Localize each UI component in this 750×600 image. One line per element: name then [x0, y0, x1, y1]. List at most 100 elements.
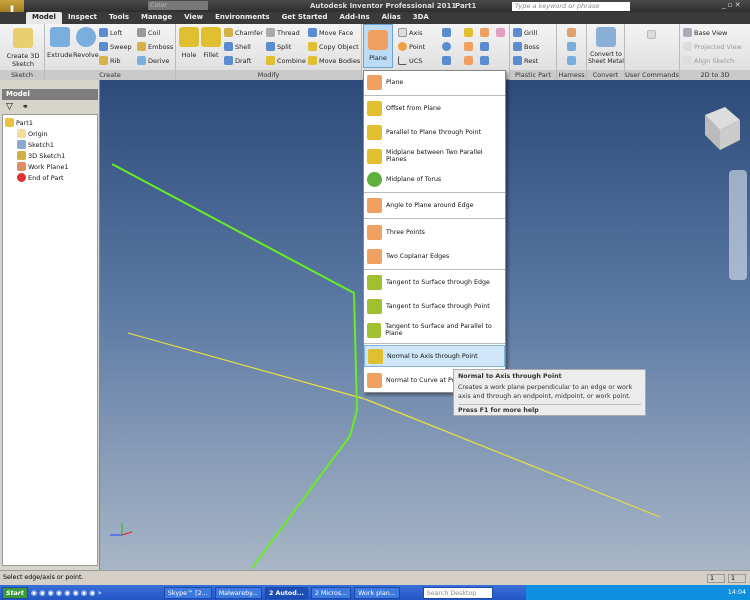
label: Part1 — [16, 118, 33, 127]
menu-item-parallel-through-point[interactable]: Parallel to Plane through Point — [364, 121, 505, 143]
axis-button[interactable]: Axis — [398, 28, 423, 37]
base-view-button[interactable]: Base View — [683, 28, 727, 37]
coplanar-edges-icon — [367, 248, 382, 264]
browser-title[interactable]: Model — [2, 89, 98, 100]
pattern-circ-icon[interactable] — [442, 42, 451, 51]
navigation-bar[interactable] — [729, 170, 747, 280]
convert-sheet-metal-button[interactable]: Convert to Sheet Metal — [588, 27, 624, 65]
ucs-button[interactable]: UCS — [398, 56, 422, 65]
help-search-input[interactable]: Type a keyword or phrase — [512, 2, 630, 11]
replace-face-icon[interactable] — [464, 56, 473, 65]
extrude-button[interactable]: Extrude — [47, 27, 72, 59]
hole-button[interactable]: Hole — [179, 27, 199, 59]
sculpt-icon[interactable] — [480, 42, 489, 51]
boss-button[interactable]: Boss — [513, 42, 539, 51]
coil-button[interactable]: Coil — [137, 28, 160, 37]
loft-button[interactable]: Loft — [99, 28, 122, 37]
find-binoculars-icon[interactable]: ⚭ — [22, 102, 29, 111]
delete-face-icon[interactable] — [480, 56, 489, 65]
filter-icon[interactable]: ▽ — [6, 102, 13, 112]
projected-view-button[interactable]: Projected View — [683, 42, 742, 51]
pattern-rect-icon[interactable] — [442, 28, 451, 37]
copy-object-button[interactable]: Copy Object — [308, 42, 359, 51]
tab-tools[interactable]: Tools — [103, 12, 135, 24]
panel-label[interactable]: Modify — [176, 70, 361, 80]
mirror-icon[interactable] — [442, 56, 451, 65]
viewcube-icon[interactable] — [705, 107, 740, 150]
align-sketch-button[interactable]: Align Sketch — [683, 56, 734, 65]
menu-item-normal-to-axis[interactable]: Normal to Axis through Point — [364, 345, 505, 367]
thicken-icon[interactable] — [464, 42, 473, 51]
tree-node-part1[interactable]: Part1 — [5, 118, 33, 127]
derive-button[interactable]: Derive — [137, 56, 169, 65]
tab-alias[interactable]: Alias — [376, 12, 407, 24]
patch-icon[interactable] — [480, 28, 489, 37]
desktop-search-input[interactable]: Search Desktop — [422, 586, 493, 599]
start-button[interactable]: Start — [2, 586, 28, 599]
menu-item-midplane-torus[interactable]: Midplane of Torus — [364, 168, 505, 190]
sweep-button[interactable]: Sweep — [99, 42, 132, 51]
menu-item-plane[interactable]: Plane — [364, 71, 505, 93]
tab-view[interactable]: View — [178, 12, 209, 24]
3d-sketch-line[interactable] — [111, 163, 359, 569]
menu-item-tangent-through-point[interactable]: Tangent to Surface through Point — [364, 295, 505, 317]
tree-node-origin[interactable]: Origin — [17, 129, 48, 138]
tab-environments[interactable]: Environments — [209, 12, 276, 24]
rib-button[interactable]: Rib — [99, 56, 120, 65]
harness-icon[interactable] — [567, 42, 576, 51]
rest-button[interactable]: Rest — [513, 56, 538, 65]
label: Draft — [235, 56, 252, 65]
surface-icon[interactable] — [464, 28, 473, 37]
combine-button[interactable]: Combine — [266, 56, 306, 65]
menu-item-angle-to-plane[interactable]: Angle to Plane around Edge — [364, 194, 505, 216]
panel-sketch: Create 3D Sketch Sketch — [0, 24, 45, 80]
fillet-button[interactable]: Fillet — [201, 27, 221, 59]
move-bodies-button[interactable]: Move Bodies — [308, 56, 360, 65]
taskbar-item-skype[interactable]: Skype™ [2... — [163, 586, 212, 599]
taskbar-item-microsoft[interactable]: 2 Micros... — [310, 586, 352, 599]
model-browser: Model ▽ ⚭ Part1 Origin Sketch1 3D Sketch… — [0, 80, 100, 570]
point-button[interactable]: Point — [398, 42, 425, 51]
tangent-point-icon — [367, 298, 382, 314]
split-button[interactable]: Split — [266, 42, 291, 51]
revolve-button[interactable]: Revolve — [73, 27, 99, 59]
style-combo[interactable]: Color — [148, 1, 208, 10]
emboss-button[interactable]: Emboss — [137, 42, 173, 51]
grill-button[interactable]: Grill — [513, 28, 537, 37]
harness-icon[interactable] — [567, 56, 576, 65]
tab-inspect[interactable]: Inspect — [62, 12, 103, 24]
menu-item-tangent-parallel[interactable]: Tangent to Surface and Parallel to Plane — [364, 319, 505, 341]
plane-button[interactable]: Plane — [363, 24, 393, 68]
taskbar-item-autodesk[interactable]: 2 Autod... — [264, 586, 308, 599]
window-controls[interactable]: _ ▫ ✕ — [722, 1, 741, 9]
tree-node-sketch1[interactable]: Sketch1 — [17, 140, 54, 149]
thread-button[interactable]: Thread — [266, 28, 300, 37]
tree-node-work-plane1[interactable]: Work Plane1 — [17, 162, 69, 171]
tab-add-ins[interactable]: Add-Ins — [334, 12, 376, 24]
tree-node-end-of-part[interactable]: End of Part — [17, 173, 64, 182]
menu-item-tangent-through-edge[interactable]: Tangent to Surface through Edge — [364, 271, 505, 293]
menu-item-three-points[interactable]: Three Points — [364, 221, 505, 243]
quick-launch-icons[interactable]: ◉ ◉ ◉ ◉ ◉ ◉ ◉ ◉ » — [31, 589, 161, 597]
taskbar-item-malwarebytes[interactable]: Malwareby... — [214, 586, 262, 599]
create-3d-sketch-button[interactable]: Create 3D Sketch — [4, 28, 42, 68]
menu-item-midplane-parallel[interactable]: Midplane between Two Parallel Planes — [364, 145, 505, 167]
tab-get-started[interactable]: Get Started — [276, 12, 334, 24]
user-command-icon[interactable] — [647, 30, 656, 39]
panel-label[interactable]: Create — [45, 70, 175, 80]
tab-3da[interactable]: 3DA — [407, 12, 435, 24]
harness-icon[interactable] — [567, 28, 576, 37]
derive-icon — [137, 56, 146, 65]
tab-manage[interactable]: Manage — [135, 12, 178, 24]
taskbar-item-work-plane[interactable]: Work plan... — [354, 586, 400, 599]
draft-button[interactable]: Draft — [224, 56, 251, 65]
shell-button[interactable]: Shell — [224, 42, 251, 51]
move-face-button[interactable]: Move Face — [308, 28, 353, 37]
stitch-icon[interactable] — [496, 28, 505, 37]
tab-model[interactable]: Model — [26, 12, 62, 24]
menu-item-offset-from-plane[interactable]: Offset from Plane — [364, 97, 505, 119]
panel-label: Sketch — [0, 70, 44, 80]
tree-node-3d-sketch1[interactable]: 3D Sketch1 — [17, 151, 65, 160]
chamfer-button[interactable]: Chamfer — [224, 28, 263, 37]
menu-item-two-coplanar-edges[interactable]: Two Coplanar Edges — [364, 245, 505, 267]
